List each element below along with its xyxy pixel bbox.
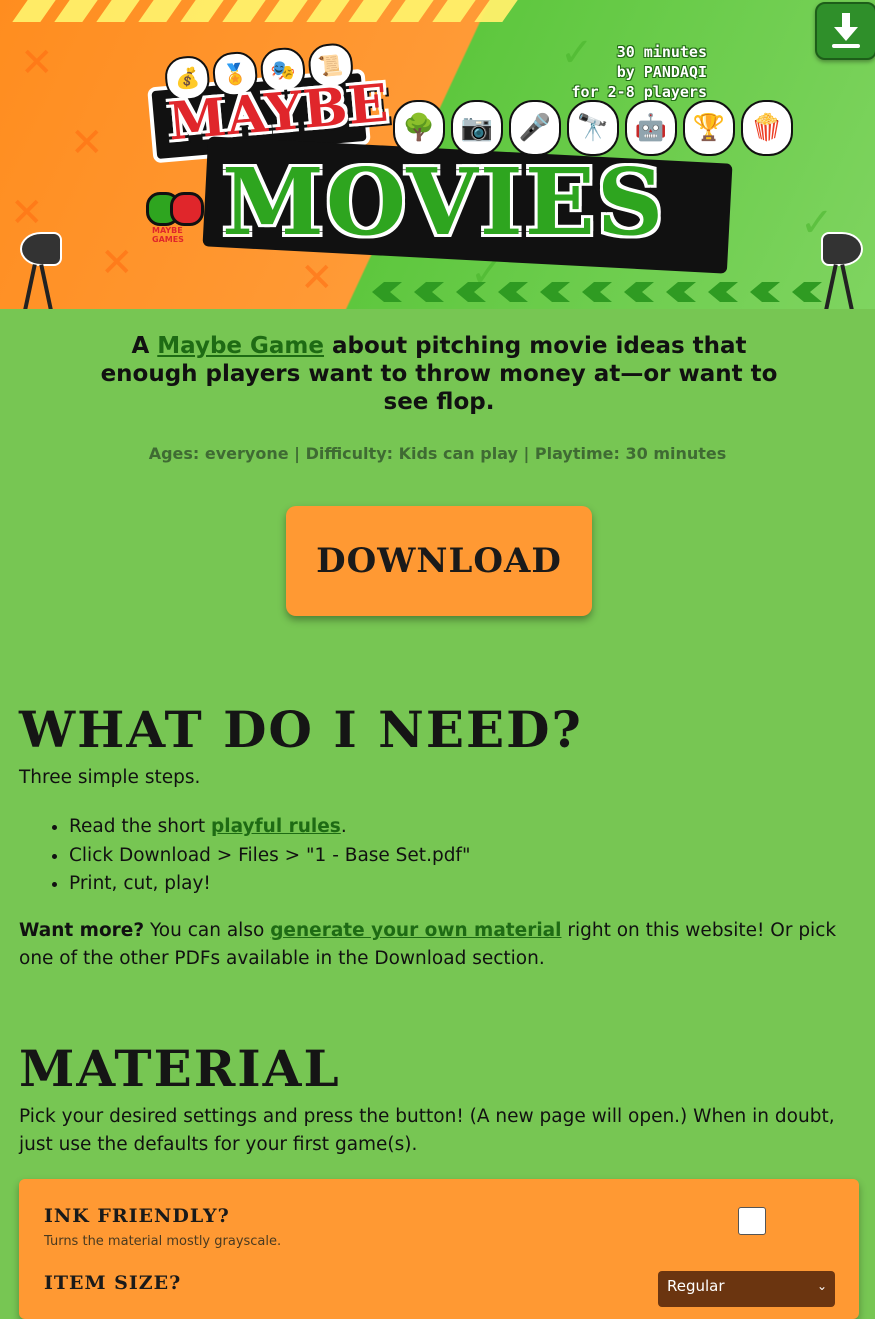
want-more-paragraph: Want more? You can also generate your ow… xyxy=(19,917,859,973)
generate-material-link[interactable]: generate your own material xyxy=(270,920,561,941)
step-3-text: Print, cut, play! xyxy=(69,873,211,894)
list-item: Click Download > Files > "1 - Base Set.p… xyxy=(69,842,875,871)
x-pattern-icon: ✕ xyxy=(300,255,334,301)
x-pattern-icon: ✕ xyxy=(70,120,104,166)
ink-friendly-label: INK FRIENDLY? xyxy=(44,1205,230,1227)
chevron-stripes-bottom xyxy=(372,282,872,308)
download-button[interactable]: DOWNLOAD xyxy=(286,506,592,616)
duration-text: 30 minutes xyxy=(616,43,707,61)
popcorn-icon: 🍿 xyxy=(741,100,793,156)
maybe-game-link[interactable]: Maybe Game xyxy=(157,333,324,359)
step-1-suffix: . xyxy=(340,816,347,837)
x-pattern-icon: ✕ xyxy=(100,240,134,286)
header-banner: ✕ ✕ ✕ ✕ ✕ ✓ ✓ ✓ ✓ 30 minutes by PANDAQI … xyxy=(0,0,875,309)
hazard-stripes-top xyxy=(12,0,520,26)
players-text: for 2-8 players xyxy=(571,83,707,101)
item-size-select[interactable]: Regular ⌄ xyxy=(658,1271,835,1307)
want-more-text-1: You can also xyxy=(149,920,265,941)
ink-friendly-help: Turns the material mostly grayscale. xyxy=(44,1234,282,1249)
item-size-value: Regular xyxy=(667,1277,725,1295)
tagline-prefix: A xyxy=(131,333,150,359)
maybe-games-logo-text: MAYBE GAMES xyxy=(152,226,184,244)
material-heading: MATERIAL xyxy=(19,1039,341,1098)
ink-friendly-checkbox[interactable] xyxy=(738,1207,766,1235)
playful-rules-link[interactable]: playful rules xyxy=(211,816,341,837)
want-more-label: Want more? xyxy=(19,920,145,941)
game-info: 30 minutes by PANDAQI for 2-8 players xyxy=(572,42,707,102)
download-arrow-icon xyxy=(832,13,860,48)
spotlight-left-icon xyxy=(14,232,62,309)
settings-panel: INK FRIENDLY? Turns the material mostly … xyxy=(19,1179,859,1319)
logo-movies-text: MOVIES xyxy=(222,148,666,256)
maybe-games-logo: MAYBE GAMES xyxy=(146,192,204,248)
tagline: A Maybe Game about pitching movie ideas … xyxy=(100,332,778,416)
step-2-text: Click Download > Files > "1 - Base Set.p… xyxy=(69,844,471,866)
game-meta: Ages: everyone | Difficulty: Kids can pl… xyxy=(148,444,727,463)
need-lead-text: Three simple steps. xyxy=(19,767,201,788)
trophy-icon: 🏆 xyxy=(683,100,735,156)
steps-list: Read the short playful rules. Click Down… xyxy=(19,813,875,899)
x-pattern-icon: ✕ xyxy=(20,40,54,86)
item-size-label: ITEM SIZE? xyxy=(44,1272,182,1294)
step-1-prefix: Read the short xyxy=(69,816,206,837)
chevron-down-icon: ⌄ xyxy=(816,1279,827,1293)
material-description: Pick your desired settings and press the… xyxy=(19,1106,835,1155)
list-item: Print, cut, play! xyxy=(69,870,875,899)
what-do-i-need-heading: WHAT DO I NEED? xyxy=(19,700,583,759)
list-item: Read the short playful rules. xyxy=(69,813,875,842)
x-pattern-icon: ✕ xyxy=(10,190,44,236)
author-text: by PANDAQI xyxy=(616,63,707,81)
floating-download-button[interactable] xyxy=(815,2,875,60)
